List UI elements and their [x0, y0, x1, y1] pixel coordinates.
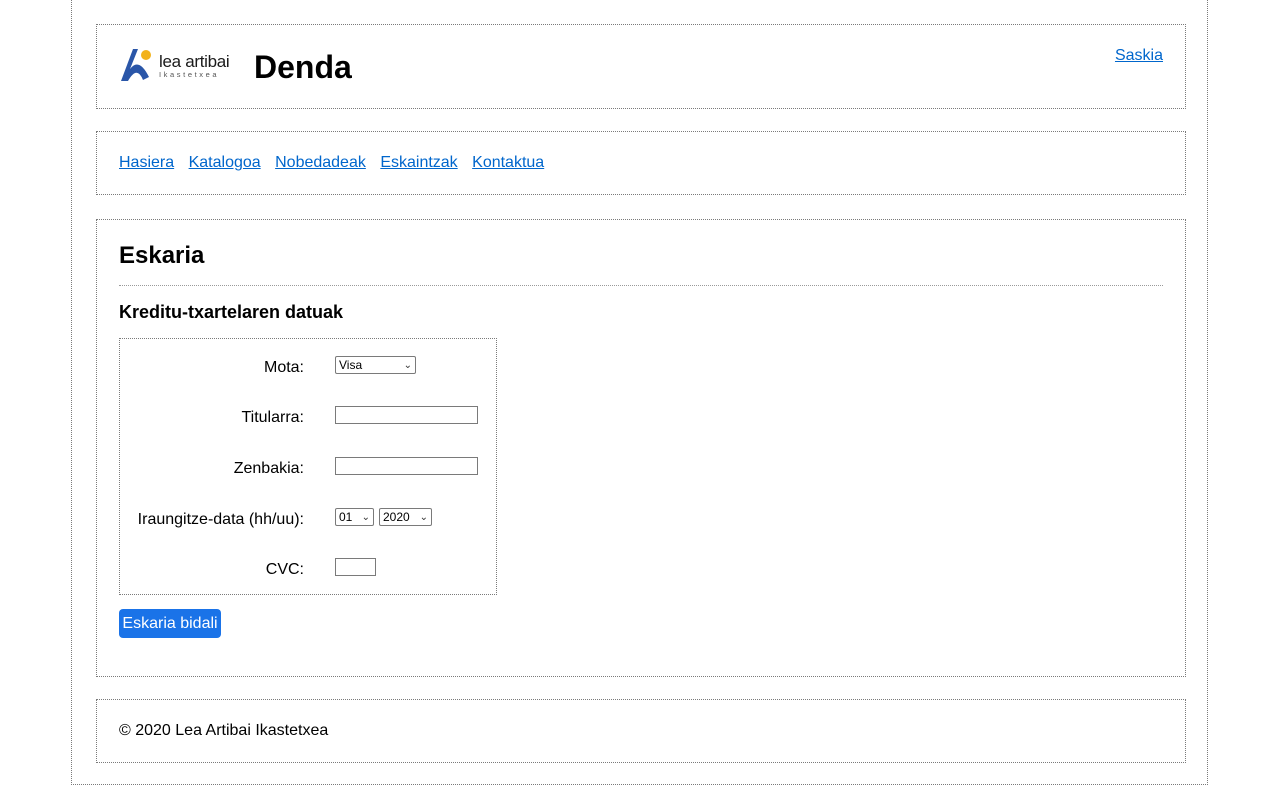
- cart-link[interactable]: Saskia: [1115, 47, 1163, 65]
- holder-label: Titularra:: [241, 409, 304, 426]
- cvc-label: CVC:: [265, 561, 304, 578]
- form-row-cvc: CVC:: [120, 558, 496, 582]
- nav-item-katalogoa[interactable]: Katalogoa: [189, 154, 261, 171]
- logo-wordmark: lea artibai: [159, 52, 230, 71]
- logo-mark-icon: [121, 49, 151, 81]
- page-container: lea artibai Ikastetxea Denda Saskia Hasi…: [71, 0, 1208, 785]
- card-type-value: Visa: [339, 358, 363, 372]
- chevron-down-icon: ⌄: [361, 512, 370, 523]
- card-number-input[interactable]: [335, 457, 478, 475]
- type-label: Mota:: [263, 359, 304, 376]
- nav-list: Hasiera Katalogoa Nobedadeak Eskaintzak …: [119, 154, 554, 172]
- site-title: Denda: [254, 49, 352, 85]
- expiry-month-select[interactable]: 01 ⌄: [335, 508, 374, 526]
- nav-item-eskaintzak[interactable]: Eskaintzak: [380, 154, 457, 171]
- expiry-year-value: 2020: [383, 510, 410, 524]
- form-row-holder: Titularra:: [120, 406, 496, 430]
- cvc-input[interactable]: [335, 558, 376, 576]
- expiry-year-select[interactable]: 2020 ⌄: [379, 508, 432, 526]
- page-title: Eskaria: [119, 242, 205, 269]
- site-footer: © 2020 Lea Artibai Ikastetxea: [96, 699, 1186, 763]
- logo-subtext: Ikastetxea: [159, 70, 220, 79]
- credit-card-form: Mota: Visa ⌄ Titularra: Zenbakia: Iraung…: [119, 338, 497, 595]
- submit-order-button[interactable]: Eskaria bidali: [119, 609, 221, 638]
- nav-item-nobedadeak[interactable]: Nobedadeak: [275, 154, 366, 171]
- card-type-select[interactable]: Visa ⌄: [335, 356, 416, 374]
- holder-input[interactable]: [335, 406, 478, 424]
- nav-item-kontaktua[interactable]: Kontaktua: [472, 154, 544, 171]
- main-content: Eskaria Kreditu-txartelaren datuak Mota:…: [96, 219, 1186, 677]
- form-row-expiry: Iraungitze-data (hh/uu): 01 ⌄ 2020 ⌄: [120, 508, 496, 532]
- copyright-text: © 2020 Lea Artibai Ikastetxea: [119, 722, 329, 739]
- expiry-month-value: 01: [339, 510, 353, 524]
- chevron-down-icon: ⌄: [403, 360, 412, 371]
- site-header: lea artibai Ikastetxea Denda Saskia: [96, 24, 1186, 109]
- main-nav: Hasiera Katalogoa Nobedadeak Eskaintzak …: [96, 131, 1186, 195]
- logo[interactable]: lea artibai Ikastetxea: [119, 47, 241, 83]
- divider: [119, 285, 1163, 286]
- chevron-down-icon: ⌄: [419, 512, 428, 523]
- section-title: Kreditu-txartelaren datuak: [119, 302, 344, 322]
- form-row-type: Mota: Visa ⌄: [120, 356, 496, 380]
- expiry-label: Iraungitze-data (hh/uu):: [137, 511, 304, 528]
- number-label: Zenbakia:: [233, 460, 304, 477]
- nav-item-hasiera[interactable]: Hasiera: [119, 154, 174, 171]
- form-row-number: Zenbakia:: [120, 457, 496, 481]
